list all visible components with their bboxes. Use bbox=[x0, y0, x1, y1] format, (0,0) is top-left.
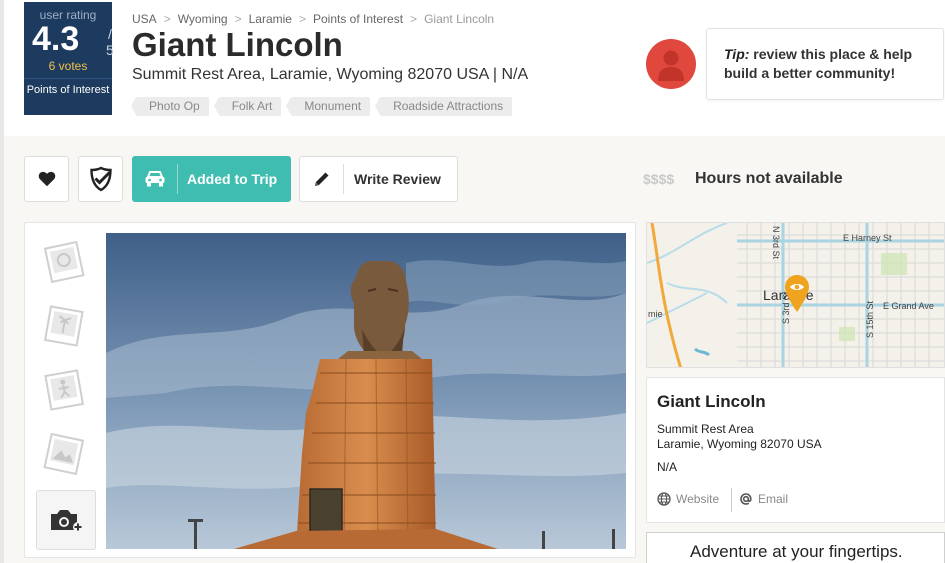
rating-score: 4.3 bbox=[32, 20, 80, 58]
rating-box: user rating 4.3 / 5 6 votes Points of In… bbox=[24, 2, 114, 115]
rating-max: / 5 bbox=[106, 26, 114, 58]
breadcrumb-points-of-interest[interactable]: Points of Interest bbox=[313, 12, 403, 26]
photo-thumbnail[interactable] bbox=[42, 239, 86, 284]
breadcrumb-separator: > bbox=[163, 12, 171, 26]
website-link[interactable]: Website bbox=[657, 492, 719, 506]
added-to-trip-label: Added to Trip bbox=[187, 171, 278, 187]
info-address-line-1: Summit Rest Area bbox=[657, 422, 754, 436]
left-edge-strip bbox=[0, 0, 4, 563]
email-link[interactable]: Email bbox=[739, 492, 788, 506]
tag-monument[interactable]: Monument bbox=[286, 97, 371, 116]
globe-icon bbox=[657, 492, 671, 506]
user-silhouette-icon bbox=[658, 50, 684, 81]
breadcrumb-wyoming[interactable]: Wyoming bbox=[178, 12, 228, 26]
tag-list: Photo Op Folk Art Monument Roadside Attr… bbox=[131, 97, 513, 116]
at-sign-icon bbox=[740, 493, 752, 505]
camera-add-icon bbox=[51, 510, 83, 532]
scene-photo-placeholder-icon bbox=[43, 432, 85, 476]
car-icon bbox=[133, 164, 178, 194]
avatar[interactable] bbox=[646, 39, 696, 89]
tag-folk-art[interactable]: Folk Art bbox=[213, 97, 282, 116]
address-line: Summit Rest Area, Laramie, Wyoming 82070… bbox=[132, 66, 529, 83]
palm-photo-placeholder-icon bbox=[43, 305, 84, 347]
info-phone: N/A bbox=[657, 460, 678, 474]
been-there-button[interactable] bbox=[78, 156, 123, 202]
map-street-label: S 15th St bbox=[865, 300, 875, 338]
added-to-trip-button[interactable]: Added to Trip bbox=[132, 156, 291, 202]
rating-divider bbox=[24, 78, 112, 79]
page-title: Giant Lincoln bbox=[132, 26, 343, 63]
photo-panel bbox=[24, 222, 636, 558]
write-review-label: Write Review bbox=[354, 171, 441, 187]
breadcrumb-laramie[interactable]: Laramie bbox=[249, 12, 292, 26]
add-photo-button[interactable] bbox=[36, 490, 96, 550]
info-divider bbox=[731, 488, 732, 512]
location-map[interactable]: E Harney St N 3rd St E Grand Ave S 3rd S… bbox=[646, 222, 945, 368]
info-address-line-2: Laramie, Wyoming 82070 USA bbox=[657, 437, 822, 451]
place-info-card: Giant Lincoln Summit Rest Area Laramie, … bbox=[646, 377, 945, 523]
figure-photo-placeholder-icon bbox=[44, 369, 85, 411]
price-level: $$$$ bbox=[643, 171, 675, 187]
main-photo[interactable] bbox=[106, 233, 626, 549]
tip-prefix: Tip: bbox=[724, 46, 750, 62]
photo-thumbnail[interactable] bbox=[42, 431, 86, 476]
breadcrumb-usa[interactable]: USA bbox=[132, 12, 157, 26]
breadcrumb: USA > Wyoming > Laramie > Points of Interest > G… bbox=[132, 12, 494, 26]
breadcrumb-separator: > bbox=[298, 12, 306, 26]
tag-photo-op[interactable]: Photo Op bbox=[131, 97, 209, 116]
map-street-label: mie bbox=[648, 309, 663, 319]
hours-status: Hours not available bbox=[695, 170, 843, 187]
email-label: Email bbox=[758, 492, 789, 506]
checkmark-shield-icon bbox=[89, 166, 112, 192]
photo-thumbnail[interactable] bbox=[42, 303, 86, 347]
lincoln-monument-photo bbox=[106, 233, 626, 549]
pencil-icon bbox=[300, 164, 344, 194]
map-street-label: E Grand Ave bbox=[883, 301, 934, 311]
map-street-label: E Harney St bbox=[843, 233, 892, 243]
favorite-button[interactable] bbox=[24, 156, 69, 202]
app-promo-banner[interactable]: Adventure at your fingertips. bbox=[646, 532, 945, 563]
map-street-label: N 3rd St bbox=[771, 226, 781, 260]
breadcrumb-separator: > bbox=[410, 12, 418, 26]
promo-text: Adventure at your fingertips. bbox=[690, 542, 903, 561]
tip-text: review this place & help build a better … bbox=[724, 46, 913, 81]
tip-box[interactable]: Tip: review this place & help build a be… bbox=[706, 28, 944, 100]
photo-thumbnail[interactable] bbox=[42, 367, 86, 411]
website-label: Website bbox=[676, 492, 720, 506]
map-pin-icon[interactable] bbox=[783, 273, 811, 313]
write-review-button[interactable]: Write Review bbox=[299, 156, 458, 202]
breadcrumb-separator: > bbox=[234, 12, 242, 26]
rating-votes: 6 votes bbox=[48, 59, 88, 73]
rating-category: Points of Interest bbox=[26, 84, 110, 96]
heart-icon bbox=[38, 171, 55, 187]
tag-roadside-attractions[interactable]: Roadside Attractions bbox=[375, 97, 513, 116]
breadcrumb-current: Giant Lincoln bbox=[424, 12, 495, 26]
photo-placeholder-icon bbox=[43, 240, 85, 284]
info-place-name: Giant Lincoln bbox=[657, 392, 766, 411]
